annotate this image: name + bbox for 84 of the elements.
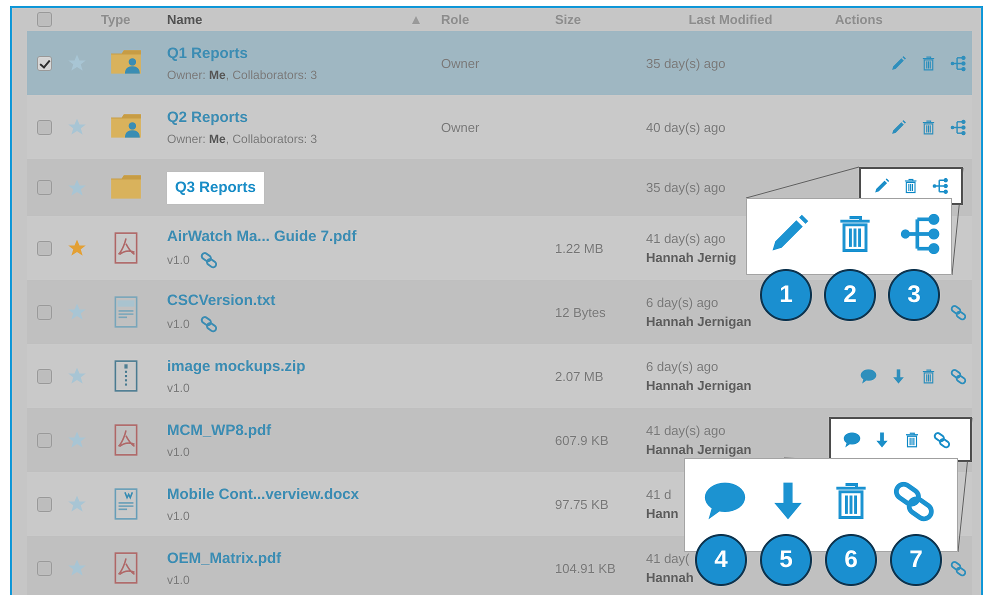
file-name-link[interactable]: Q3 Reports [167, 172, 264, 204]
modified-time: 35 day(s) ago [646, 56, 726, 70]
star-icon[interactable] [67, 238, 87, 258]
column-header[interactable]: Size [555, 12, 582, 27]
modified-by: Hannah [646, 570, 694, 586]
file-size: 97.75 KB [555, 496, 608, 512]
pencil-icon[interactable] [890, 118, 907, 136]
file-size: 1.22 MB [555, 240, 604, 256]
checkbox[interactable] [36, 496, 52, 512]
modified-time: 41 day(s) ago [646, 230, 726, 246]
share-icon[interactable] [932, 177, 949, 195]
file-name-link[interactable]: OEM_Matrix.pdf [167, 550, 282, 566]
file-size: 12 Bytes [555, 304, 606, 320]
star-icon[interactable] [67, 494, 87, 514]
file-details: v1.0 [167, 252, 190, 266]
link-icon[interactable] [950, 368, 967, 384]
file-details: v1.0 [167, 508, 190, 522]
file-details: Owner: Me, Collaborators: 3 [167, 68, 318, 82]
star-icon[interactable] [67, 366, 87, 386]
file-name-link[interactable]: MCM_WP8.pdf [167, 422, 272, 438]
file-name-link[interactable]: AirWatch Ma... Guide 7.pdf [167, 228, 356, 244]
modified-by: Hannah Jernigan [646, 314, 752, 330]
checkbox[interactable] [36, 432, 52, 448]
file-name-link[interactable]: Q2 Reports [167, 108, 248, 126]
star-icon[interactable] [67, 178, 87, 198]
link-icon[interactable] [950, 304, 967, 320]
modified-by: Hannah Jernig [646, 250, 736, 266]
modified-time: 6 day(s) ago [646, 294, 718, 310]
role-text: Owner [441, 56, 480, 70]
share-icon[interactable] [950, 54, 967, 72]
link-icon[interactable] [933, 430, 951, 448]
checkbox[interactable] [36, 368, 52, 384]
speech-bubble-icon[interactable] [843, 430, 861, 448]
trash-icon[interactable] [903, 430, 921, 448]
file-size: 104.91 KB [555, 560, 616, 576]
modified-time: 35 day(s) ago [646, 180, 726, 195]
modified-by: Hannah Jernigan [646, 378, 752, 394]
link-icon [892, 479, 936, 523]
modified-time: 40 day(s) ago [646, 120, 726, 134]
role-text: Owner [441, 120, 480, 134]
star-icon[interactable] [67, 117, 87, 137]
file-name-link[interactable]: image mockups.zip [167, 358, 306, 374]
modified-time: 41 d [646, 486, 672, 502]
file-name-link[interactable]: Mobile Cont...verview.docx [167, 486, 359, 502]
modified-time: 41 day(s) ago [646, 422, 726, 438]
pencil-icon[interactable] [873, 177, 890, 195]
modified-time: 41 day( [646, 550, 690, 566]
modified-by: Hann [646, 506, 678, 522]
table-row[interactable]: Q1 Reports Owner: Me, Collaborators: 3 Owner 35 day(s) ago [27, 31, 972, 95]
trash-icon[interactable] [920, 368, 937, 384]
file-details: Owner: Me, Collaborators: 3 [167, 132, 318, 146]
checkbox[interactable] [36, 120, 52, 134]
speech-bubble-icon[interactable] [860, 368, 877, 384]
checkbox[interactable] [36, 240, 52, 256]
share-icon[interactable] [950, 118, 967, 136]
column-header[interactable]: Role [441, 12, 470, 27]
file-size: 2.07 MB [555, 368, 604, 384]
file-name-link[interactable]: Q1 Reports [167, 44, 248, 62]
star-icon[interactable] [67, 302, 87, 322]
file-details: v1.0 [167, 316, 190, 330]
file-details: v1.0 [167, 444, 190, 458]
file-name-link[interactable]: CSCVersion.txt [167, 292, 276, 308]
trash-icon[interactable] [920, 118, 937, 136]
column-header[interactable]: Last Modified [688, 12, 772, 27]
checkbox[interactable] [36, 304, 52, 320]
modified-time: 6 day(s) ago [646, 358, 718, 374]
file-details: v1.0 [167, 572, 190, 586]
sort-icon[interactable] [411, 14, 421, 24]
file-size: 607.9 KB [555, 432, 608, 448]
star-icon[interactable] [67, 430, 87, 450]
column-header[interactable]: Name [167, 12, 202, 27]
link-icon[interactable] [950, 560, 967, 576]
checkbox[interactable] [36, 560, 52, 576]
pencil-icon[interactable] [890, 54, 907, 72]
modified-by: Hannah Jernigan [646, 442, 752, 458]
star-icon[interactable] [67, 558, 87, 578]
checkbox[interactable] [36, 12, 52, 27]
file-details: v1.0 [167, 380, 190, 394]
column-header[interactable]: Actions [835, 12, 883, 27]
checkbox[interactable] [36, 56, 52, 70]
download-icon[interactable] [890, 368, 907, 384]
trash-icon[interactable] [920, 54, 937, 72]
checkbox[interactable] [36, 180, 52, 195]
column-header[interactable]: Type [101, 12, 130, 27]
